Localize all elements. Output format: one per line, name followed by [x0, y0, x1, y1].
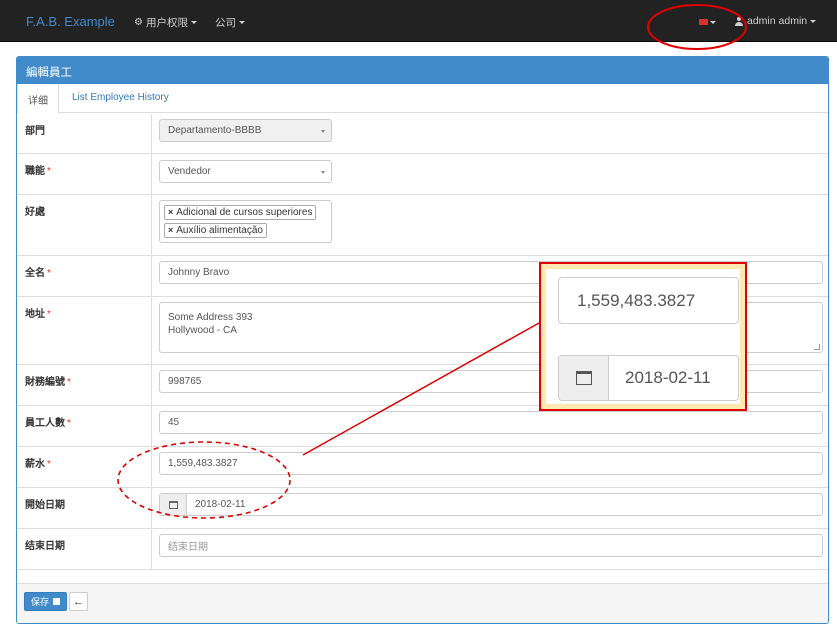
row-employee-number: 員工人數 * 45 — [17, 406, 828, 447]
row-end-date: 结束日期 结束日期 — [17, 529, 828, 570]
fiscal-number-label: 財務編號 * — [17, 365, 152, 405]
zoom-date-value: 2018-02-11 — [625, 368, 711, 387]
menu-company[interactable]: 公司 — [215, 15, 245, 30]
benefits-label: 好處 — [17, 195, 152, 255]
begin-date-input[interactable]: 2018-02-11 — [159, 493, 823, 516]
calendar-icon — [168, 500, 178, 509]
resize-handle[interactable] — [814, 344, 820, 350]
calendar-addon — [559, 356, 609, 400]
begin-date-label: 開始日期 — [17, 488, 152, 528]
arrow-left-icon: ← — [73, 595, 84, 608]
function-label: 職能 * — [17, 154, 152, 194]
benefit-tag[interactable]: × Auxílio alimentação — [164, 223, 267, 238]
employee-number-input[interactable]: 45 — [159, 411, 823, 434]
chevron-down-icon[interactable] — [710, 21, 716, 24]
chevron-down-icon — [321, 129, 325, 133]
save-icon — [53, 598, 61, 605]
row-function: 職能 * Vendedor — [17, 154, 828, 195]
department-label: 部門 — [17, 114, 152, 153]
end-date-label: 结束日期 — [17, 529, 152, 569]
zoom-salary-field: 1,559,483.3827 — [558, 277, 739, 324]
row-salary: 薪水 * 1,559,483.3827 — [17, 447, 828, 488]
user-menu-label: admin admin — [747, 15, 808, 27]
user-icon — [735, 16, 743, 26]
panel-title: 編輯員工 — [17, 57, 828, 84]
chevron-down-icon — [810, 19, 817, 23]
form-footer: 保存 ← — [17, 583, 828, 623]
menu-user-permissions-label: 用户权限 — [145, 17, 188, 29]
zoom-content: 1,559,483.3827 2018-02-11 — [546, 269, 740, 404]
save-button[interactable]: 保存 — [24, 592, 68, 611]
employee-number-label: 員工人數 * — [17, 406, 152, 446]
chevron-down-icon — [190, 21, 197, 24]
full-name-label: 全名 * — [17, 256, 152, 296]
remove-icon[interactable]: × — [168, 225, 173, 235]
end-date-input[interactable]: 结束日期 — [159, 534, 823, 557]
benefits-multiselect[interactable]: × Adicional de cursos superiores × Auxílio… — [159, 200, 332, 243]
remove-icon[interactable]: × — [168, 207, 173, 217]
gears-icon: ⚙ — [134, 17, 143, 28]
tab-bar: 详细 List Employee History — [17, 84, 828, 114]
chevron-down-icon — [239, 21, 245, 24]
menu-user-permissions[interactable]: ⚙ 用户权限 — [134, 15, 197, 30]
language-flag-icon[interactable] — [699, 19, 708, 25]
zoom-date-field: 2018-02-11 — [558, 355, 739, 401]
function-select[interactable]: Vendedor — [159, 160, 332, 183]
salary-label: 薪水 * — [17, 447, 152, 487]
top-navbar: F.A.B. Example ⚙ 用户权限 公司 admin admin — [0, 0, 837, 42]
tab-detail[interactable]: 详细 — [17, 84, 59, 114]
zoom-callout: 1,559,483.3827 2018-02-11 — [539, 262, 747, 411]
chevron-down-icon — [321, 170, 325, 174]
tab-employee-history[interactable]: List Employee History — [62, 84, 179, 113]
calendar-icon — [575, 371, 592, 385]
back-button[interactable]: ← — [69, 592, 88, 611]
row-department: 部門 Departamento-BBBB — [17, 114, 828, 154]
department-select[interactable]: Departamento-BBBB — [159, 119, 332, 142]
address-label: 地址 * — [17, 297, 152, 364]
salary-input[interactable]: 1,559,483.3827 — [159, 452, 823, 475]
menu-company-label: 公司 — [215, 17, 236, 29]
benefit-tag[interactable]: × Adicional de cursos superiores — [164, 205, 317, 220]
user-menu[interactable]: admin admin — [735, 15, 817, 27]
row-begin-date: 開始日期 2018-02-11 — [17, 488, 828, 529]
brand-link[interactable]: F.A.B. Example — [26, 14, 115, 29]
row-benefits: 好處 × Adicional de cursos superiores × Auxí… — [17, 195, 828, 256]
calendar-addon[interactable] — [160, 494, 187, 515]
